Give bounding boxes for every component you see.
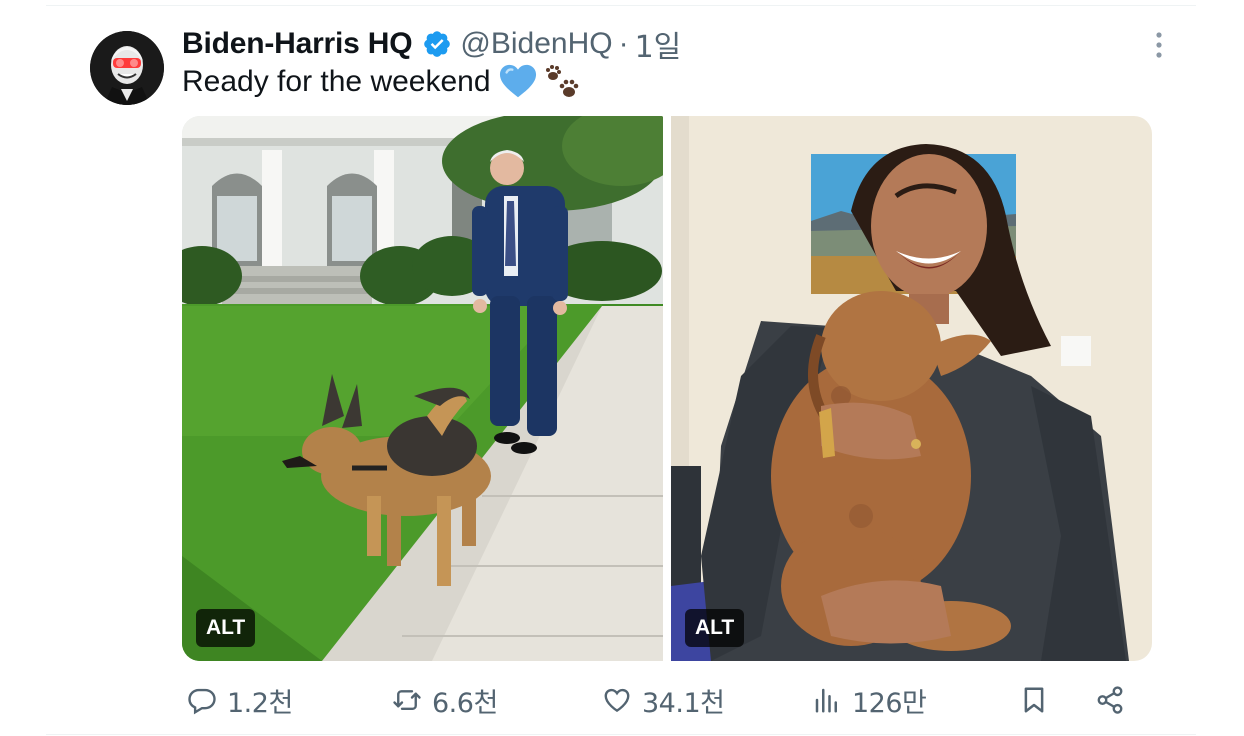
photo-dog-walk[interactable]: ALT xyxy=(182,116,663,661)
blue-heart-icon xyxy=(499,64,537,100)
views-icon xyxy=(810,683,844,717)
media-grid: ALT ALT xyxy=(182,116,1152,661)
tweet-text-body: Ready for the weekend xyxy=(182,65,491,98)
like-count: 34.1천 xyxy=(642,687,725,719)
share-button[interactable] xyxy=(1093,676,1127,724)
tweet-text: Ready for the weekend xyxy=(182,64,583,100)
alt-badge-right[interactable]: ALT xyxy=(685,609,745,647)
photo-puppy-hug[interactable]: ALT xyxy=(671,116,1152,661)
reply-icon xyxy=(185,683,219,717)
handle[interactable]: @BidenHQ xyxy=(460,27,612,61)
reply-count: 1.2천 xyxy=(227,687,293,719)
repost-button[interactable]: 6.6천 xyxy=(390,676,498,724)
alt-badge-left[interactable]: ALT xyxy=(196,609,256,647)
paw-prints-icon xyxy=(543,64,583,100)
like-icon xyxy=(600,683,634,717)
separator-dot: · xyxy=(618,27,629,60)
bookmark-icon xyxy=(1017,683,1051,717)
photo-dog-walk-image xyxy=(182,116,663,661)
action-bar: 1.2천 6.6천 34.1천 126만 xyxy=(185,676,1135,724)
share-icon xyxy=(1093,683,1127,717)
reply-button[interactable]: 1.2천 xyxy=(185,676,293,724)
display-name[interactable]: Biden-Harris HQ xyxy=(182,27,413,61)
like-button[interactable]: 34.1천 xyxy=(600,676,725,724)
repost-icon xyxy=(390,683,424,717)
avatar[interactable] xyxy=(90,31,164,105)
divider-bottom xyxy=(46,734,1196,735)
verified-badge-icon xyxy=(422,29,452,59)
tweet-header: Biden-Harris HQ @BidenHQ · 1일 xyxy=(182,22,682,66)
views-button[interactable]: 126만 xyxy=(810,676,927,724)
photo-puppy-hug-image xyxy=(671,116,1152,661)
divider-top xyxy=(46,5,1196,6)
views-count: 126만 xyxy=(852,687,927,719)
more-icon[interactable] xyxy=(1144,30,1174,60)
timestamp[interactable]: 1일 xyxy=(635,22,682,66)
repost-count: 6.6천 xyxy=(432,687,498,719)
bookmark-button[interactable] xyxy=(1017,676,1051,724)
